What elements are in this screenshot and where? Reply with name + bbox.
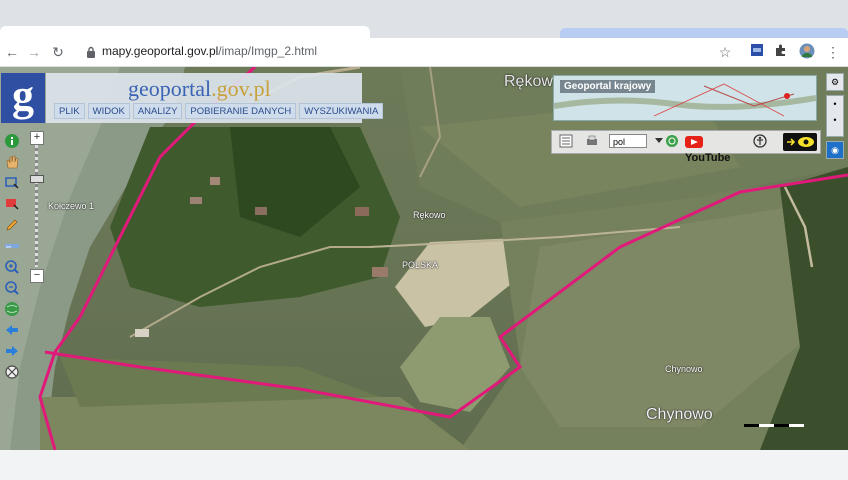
pan-hand-icon[interactable] — [2, 152, 22, 172]
forward-blue-arrow-icon[interactable] — [2, 341, 22, 361]
layers-scroll-control[interactable]: • • — [826, 95, 844, 137]
forward-arrow-icon[interactable]: → — [26, 44, 42, 60]
puzzle-extensions-icon[interactable] — [772, 43, 790, 61]
zoom-slider[interactable]: + − — [30, 131, 44, 283]
high-contrast-button[interactable] — [783, 133, 817, 151]
full-extent-icon[interactable] — [2, 362, 22, 382]
map-label-chynowo-big: Chynowo — [646, 406, 713, 423]
brand-title: geoportal.gov.pl — [128, 76, 271, 102]
extension-icon[interactable] — [748, 43, 766, 61]
panel-toggle-icon[interactable]: ⚙ — [826, 73, 844, 91]
select-red-icon[interactable] — [2, 194, 22, 214]
zoom-out-icon[interactable] — [2, 278, 22, 298]
overview-title: Geoportal krajowy — [560, 80, 656, 93]
back-blue-arrow-icon[interactable] — [2, 320, 22, 340]
help-circle-icon[interactable] — [664, 134, 680, 150]
right-controls: ⚙ • • ◉ — [826, 73, 844, 163]
browser-menu-icon[interactable]: ⋮ — [824, 43, 842, 61]
menu-widok[interactable]: WIDOK — [87, 103, 130, 119]
zoom-track[interactable] — [35, 145, 38, 267]
zoom-minus-button[interactable]: − — [30, 269, 44, 283]
zoom-in-icon[interactable] — [2, 257, 22, 277]
youtube-button[interactable]: YouTube — [685, 134, 743, 164]
pencil-icon[interactable] — [2, 215, 22, 235]
browser-tab-other[interactable] — [560, 28, 848, 38]
brand-main: geoportal — [128, 76, 212, 101]
address-bar: ← → ↻ mapy.geoportal.gov.pl/imap/Imgp_2.… — [0, 38, 848, 67]
globe-icon[interactable] — [2, 299, 22, 319]
header-panel: geoportal.gov.pl PLIK WIDOK ANALIZY POBI… — [46, 73, 384, 123]
brand-suffix: .gov.pl — [211, 76, 271, 101]
page-footer-area — [0, 450, 848, 480]
bookmark-star-icon[interactable]: ☆ — [716, 43, 734, 61]
profile-avatar-icon[interactable] — [798, 43, 816, 61]
map-label-kolczewo: Kołczewo 1 — [48, 201, 95, 211]
zoom-plus-button[interactable]: + — [30, 131, 44, 145]
menu-plik[interactable]: PLIK — [54, 103, 85, 119]
url-text: mapy.geoportal.gov.pl/imap/Imgp_2.html — [102, 44, 317, 58]
map-toolbar: pol YouTube — [551, 130, 821, 164]
lock-icon — [87, 46, 95, 58]
overview-map[interactable]: Geoportal krajowy — [553, 75, 817, 121]
url-field[interactable]: mapy.geoportal.gov.pl/imap/Imgp_2.html — [76, 41, 736, 63]
url-path: /imap/Imgp_2.html — [218, 44, 318, 58]
aerial-imagery — [0, 67, 848, 450]
print-icon[interactable] — [584, 134, 600, 150]
map-label-polska: POLSKA — [402, 260, 439, 270]
map-label-rekow: Rękow — [504, 73, 553, 90]
geoportal-logo[interactable]: g — [1, 73, 45, 123]
accessibility-icon[interactable] — [752, 134, 768, 150]
url-host: mapy.geoportal.gov.pl — [102, 44, 219, 58]
language-select[interactable]: pol — [609, 134, 647, 148]
logo-letter: g — [12, 71, 34, 120]
scale-bar — [744, 424, 804, 427]
youtube-icon — [685, 136, 703, 149]
menu-analizy[interactable]: ANALIZY — [132, 103, 183, 119]
menu-pobieranie-danych[interactable]: POBIERANIE DANYCH — [185, 103, 297, 119]
zoom-knob[interactable] — [30, 175, 44, 183]
youtube-label: YouTube — [685, 152, 731, 164]
eye-toggle-icon[interactable]: ◉ — [826, 141, 844, 159]
back-arrow-icon[interactable]: ← — [4, 44, 20, 60]
contrast-eye-icon — [787, 137, 814, 147]
measure-icon[interactable]: km — [2, 236, 22, 256]
map-label-rekowo: Rękowo — [413, 210, 446, 220]
legend-icon[interactable] — [558, 134, 574, 150]
map-label-chynowo-small: Chynowo — [665, 364, 703, 374]
reload-icon[interactable]: ↻ — [50, 44, 66, 60]
map-viewport[interactable]: Rękow Kołczewo 1 Rękowo POLSKA Chynowo C… — [0, 67, 848, 450]
menu-wyszukiwania[interactable]: WYSZUKIWANIA — [299, 103, 384, 119]
select-box-icon[interactable] — [2, 173, 22, 193]
left-toolbar: km — [2, 131, 24, 383]
info-icon[interactable] — [2, 131, 22, 151]
browser-tab-active[interactable] — [0, 26, 370, 38]
main-menu: PLIK WIDOK ANALIZY POBIERANIE DANYCH WYS… — [54, 103, 384, 119]
svg-text:km: km — [6, 244, 12, 249]
